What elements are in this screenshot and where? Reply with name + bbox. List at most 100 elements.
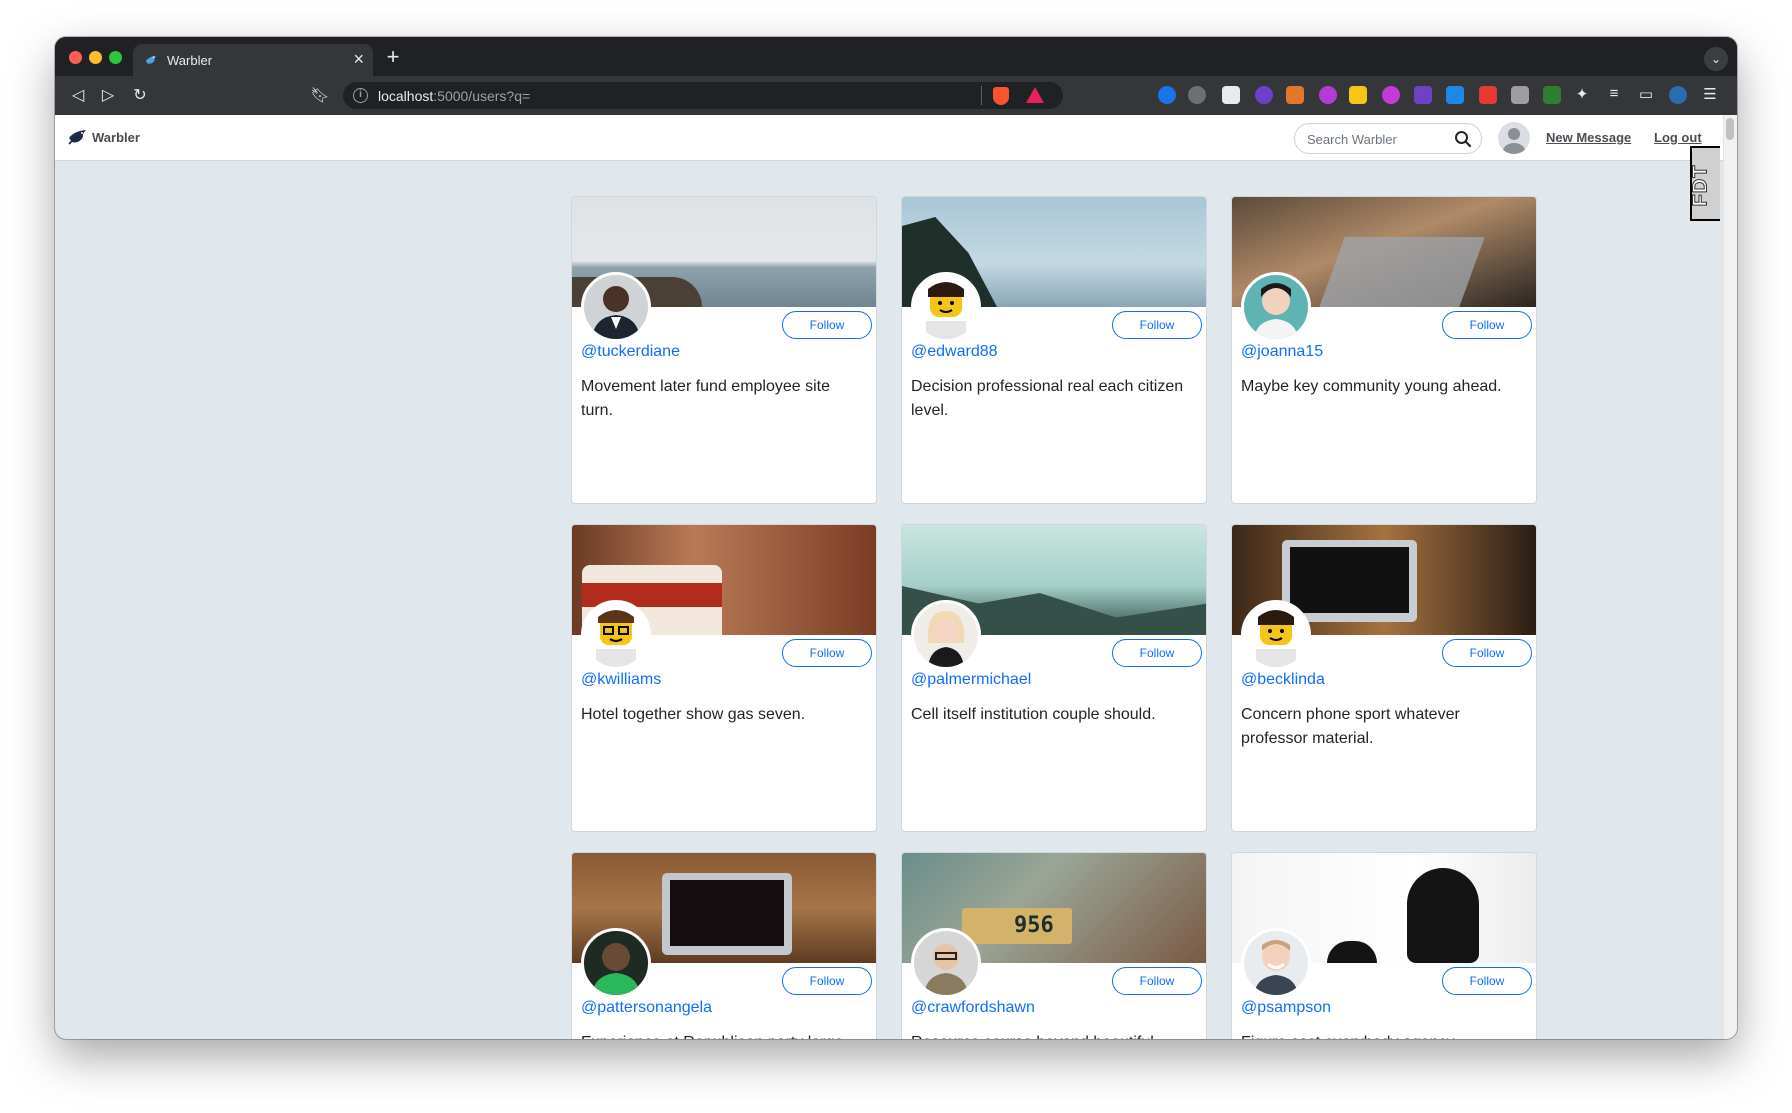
calendar-extension-icon[interactable]: [1446, 86, 1464, 104]
close-window-button[interactable]: [69, 51, 82, 64]
avatar-portrait-icon: [1254, 283, 1298, 339]
follow-button[interactable]: Follow: [782, 967, 872, 995]
search-icon[interactable]: [1454, 130, 1472, 148]
follow-button[interactable]: Follow: [1442, 311, 1532, 339]
logout-link[interactable]: Log out: [1654, 130, 1702, 145]
follow-button[interactable]: Follow: [1442, 639, 1532, 667]
search-input[interactable]: [1307, 130, 1447, 148]
search-form: [1294, 123, 1482, 154]
user-handle-link[interactable]: @psampson: [1241, 999, 1331, 1017]
user-card[interactable]: Follow @edward88 Decision professional r…: [901, 196, 1207, 504]
brave-shields-icon[interactable]: [993, 87, 1009, 105]
user-handle-link[interactable]: @crawfordshawn: [911, 999, 1035, 1017]
pocket-extension-icon[interactable]: [1382, 86, 1400, 104]
colorpicker-extension-icon[interactable]: [1319, 86, 1337, 104]
current-user-avatar[interactable]: [1498, 122, 1530, 154]
new-tab-button[interactable]: +: [381, 46, 405, 70]
avatar-portrait-icon: [924, 944, 968, 995]
warbler-logo-icon[interactable]: [68, 129, 88, 145]
avatar-portrait-icon: [927, 611, 965, 667]
user-card[interactable]: Follow @kwilliams Hotel together show ga…: [571, 524, 877, 832]
brand-name[interactable]: Warbler: [92, 130, 140, 145]
screenshot-extension-icon[interactable]: [1222, 86, 1240, 104]
reload-icon[interactable]: ↻: [127, 83, 153, 109]
user-handle-link[interactable]: @tuckerdiane: [581, 343, 680, 361]
profile-icon[interactable]: [1669, 86, 1687, 104]
user-handle-link[interactable]: @pattersonangela: [581, 999, 712, 1017]
user-avatar[interactable]: [1241, 272, 1311, 342]
user-card[interactable]: Follow @palmermichael Cell itself instit…: [901, 524, 1207, 832]
reading-list-icon[interactable]: ≡: [1604, 85, 1624, 102]
user-avatar[interactable]: [911, 928, 981, 998]
follow-button[interactable]: Follow: [1112, 639, 1202, 667]
user-card[interactable]: 956 Follow @crawfordshawn Resource cours…: [901, 852, 1207, 1039]
user-card[interactable]: Follow @pattersonangela Experience at Re…: [571, 852, 877, 1039]
address-bar[interactable]: i localhost:5000/users?q=: [343, 82, 1063, 109]
tab-search-chevron-icon[interactable]: ⌄: [1704, 47, 1728, 71]
highlighter-extension-icon[interactable]: [1349, 86, 1367, 104]
url-text[interactable]: localhost:5000/users?q=: [378, 88, 530, 104]
license-plate-number: 956: [1014, 913, 1054, 938]
menu-icon[interactable]: ☰: [1700, 85, 1720, 103]
follow-button[interactable]: Follow: [782, 639, 872, 667]
tab-warbler[interactable]: Warbler ×: [133, 44, 373, 76]
user-bio: Movement later fund employee site turn.: [581, 378, 831, 419]
site-info-icon[interactable]: i: [353, 88, 368, 103]
avatar-portrait-icon: [592, 943, 640, 995]
user-bio: Decision professional real each citizen …: [911, 378, 1184, 419]
back-arrow-icon[interactable]: ◁: [65, 83, 91, 109]
url-path: :5000/users?q=: [433, 88, 531, 104]
arrow-extension-icon[interactable]: [1479, 86, 1497, 104]
user-avatar[interactable]: [911, 600, 981, 670]
user-handle-link[interactable]: @palmermichael: [911, 671, 1031, 689]
user-card[interactable]: Follow @tuckerdiane Movement later fund …: [571, 196, 877, 504]
laptop-screen: [670, 880, 784, 946]
avatar-lego-icon: [926, 282, 966, 339]
user-handle-link[interactable]: @joanna15: [1241, 343, 1323, 361]
user-bio: Figure cost everybody agency: [1241, 1031, 1526, 1039]
user-avatar[interactable]: [1241, 600, 1311, 670]
omnibox-divider: [981, 86, 982, 105]
debug-toolbar-handle[interactable]: FDT: [1689, 146, 1720, 221]
tab-close-icon[interactable]: ×: [353, 49, 364, 69]
grammar-extension-icon[interactable]: [1255, 86, 1273, 104]
user-card[interactable]: Follow @joanna15 Maybe key community you…: [1231, 196, 1537, 504]
forward-arrow-icon[interactable]: ▷: [95, 83, 121, 109]
browser-window: Warbler × + ⌄ ◁ ▷ ↻ 🔖︎ i localhost:5000/…: [55, 37, 1737, 1039]
bookmark-icon[interactable]: 🔖︎: [307, 83, 333, 109]
page-scrollbar[interactable]: [1723, 115, 1737, 1039]
user-card[interactable]: Follow @psampson Figure cost everybody a…: [1231, 852, 1537, 1039]
dark-mode-extension-icon[interactable]: [1188, 86, 1206, 104]
follow-button[interactable]: Follow: [1112, 311, 1202, 339]
wallet-extension-icon[interactable]: [1414, 86, 1432, 104]
user-card[interactable]: Follow @becklinda Concern phone sport wh…: [1231, 524, 1537, 832]
follow-button[interactable]: Follow: [1442, 967, 1532, 995]
user-avatar[interactable]: [581, 928, 651, 998]
wallet-icon[interactable]: ▭: [1636, 85, 1656, 103]
foot-shape: [1407, 868, 1479, 963]
avatar-portrait-icon: [592, 286, 640, 339]
user-avatar[interactable]: [581, 272, 651, 342]
reader-extension-icon[interactable]: [1511, 86, 1529, 104]
new-message-link[interactable]: New Message: [1546, 130, 1631, 145]
brave-rewards-icon[interactable]: [1026, 87, 1044, 103]
scrollbar-thumb[interactable]: [1726, 118, 1734, 140]
user-handle-link[interactable]: @becklinda: [1241, 671, 1325, 689]
user-avatar[interactable]: [581, 600, 651, 670]
finance-extension-icon[interactable]: [1543, 86, 1561, 104]
user-handle-link[interactable]: @edward88: [911, 343, 998, 361]
tab-strip: Warbler × + ⌄: [55, 37, 1737, 76]
debug-toolbar-label: FDT: [1689, 164, 1712, 207]
avatar-portrait-icon: [1254, 940, 1298, 995]
maximize-window-button[interactable]: [109, 51, 122, 64]
extensions-puzzle-icon[interactable]: ✦: [1572, 85, 1592, 103]
user-bio: Maybe key community young ahead.: [1241, 378, 1502, 395]
follow-button[interactable]: Follow: [782, 311, 872, 339]
metamask-extension-icon[interactable]: [1286, 86, 1304, 104]
user-avatar[interactable]: [1241, 928, 1311, 998]
password-manager-extension-icon[interactable]: [1158, 86, 1176, 104]
user-handle-link[interactable]: @kwilliams: [581, 671, 661, 689]
follow-button[interactable]: Follow: [1112, 967, 1202, 995]
minimize-window-button[interactable]: [89, 51, 102, 64]
user-avatar[interactable]: [911, 272, 981, 342]
